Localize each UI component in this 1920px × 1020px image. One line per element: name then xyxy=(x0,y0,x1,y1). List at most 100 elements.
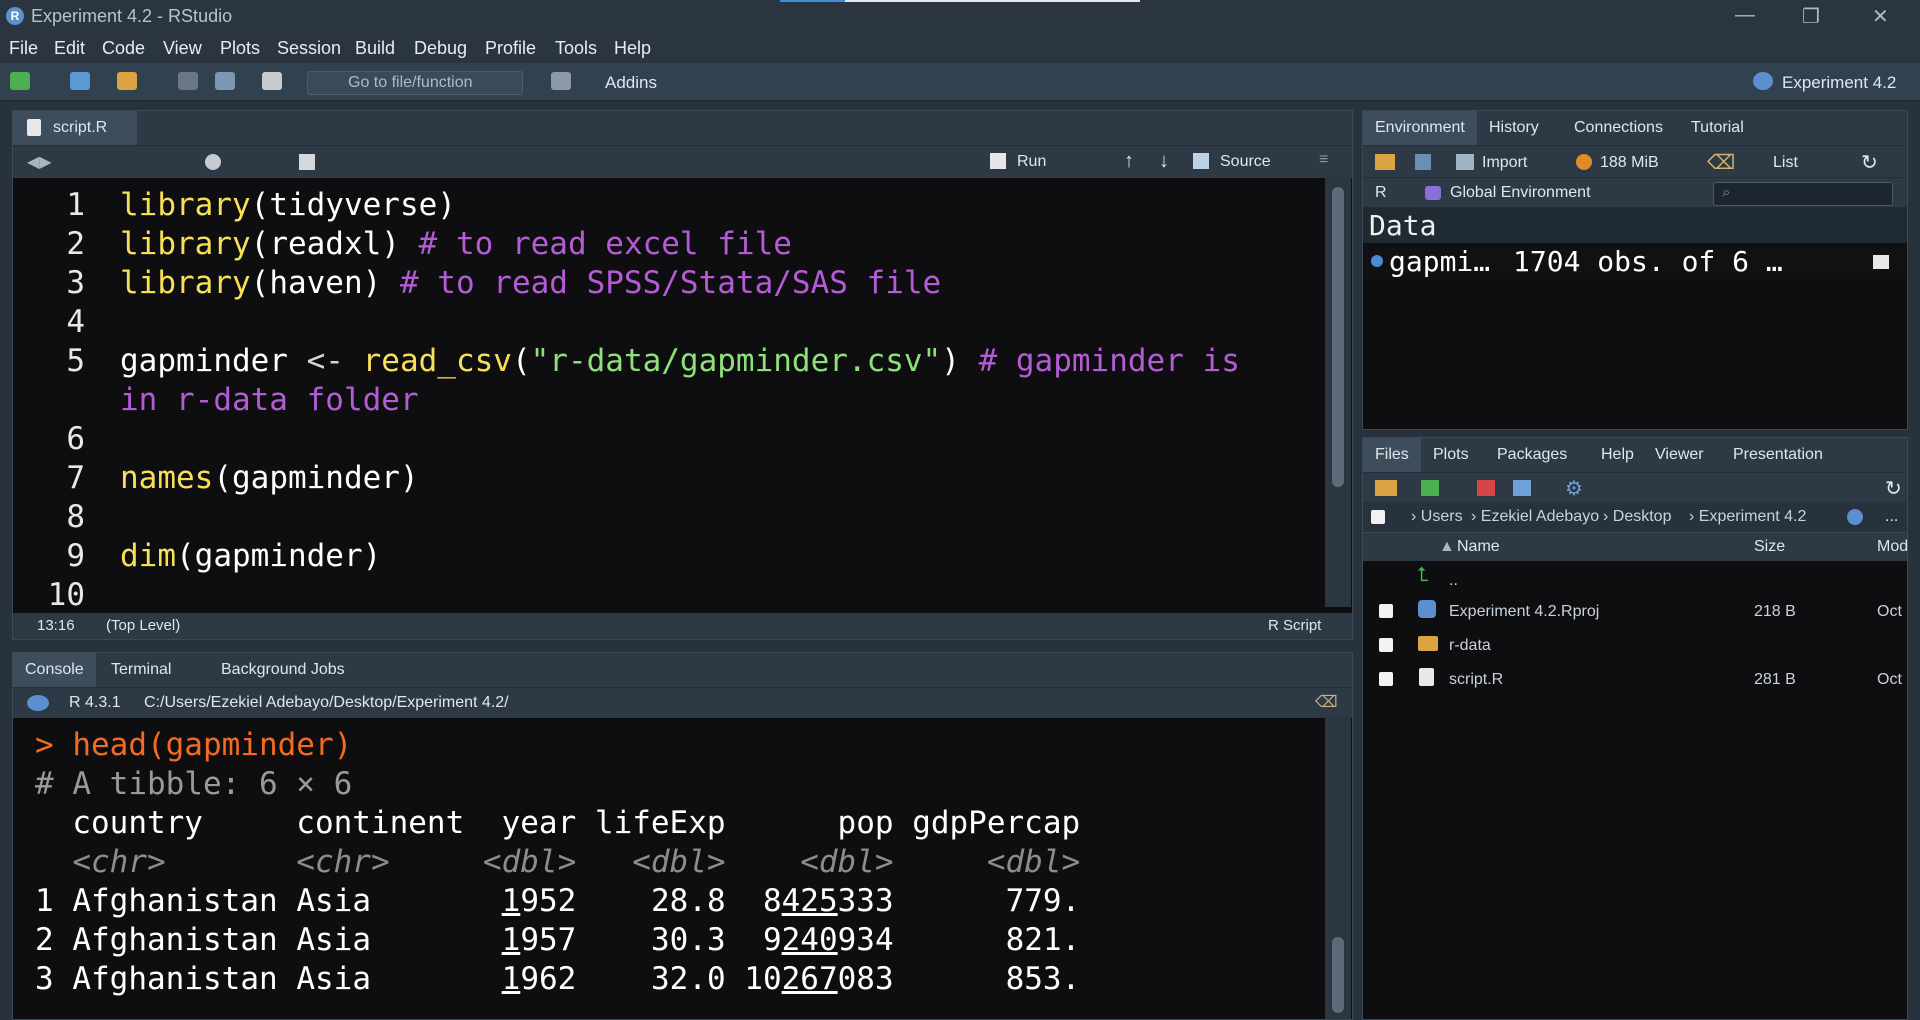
column-size[interactable]: Size xyxy=(1754,538,1785,556)
workspace-panes-icon[interactable] xyxy=(551,72,571,90)
tab-help[interactable]: Help xyxy=(1589,438,1646,472)
scope-selector[interactable]: (Top Level) xyxy=(106,617,180,634)
file-checkbox[interactable] xyxy=(1379,672,1393,686)
minimize-button[interactable]: — xyxy=(1735,4,1755,27)
file-checkbox[interactable] xyxy=(1379,604,1393,618)
column-name[interactable]: Name xyxy=(1457,538,1500,556)
tab-environment[interactable]: Environment xyxy=(1363,111,1477,145)
more-gear-icon[interactable]: ⚙ xyxy=(1565,476,1583,501)
tab-console[interactable]: Console xyxy=(13,653,96,687)
save-icon[interactable] xyxy=(178,72,198,90)
breadcrumb-user[interactable]: › Ezekiel Adebayo xyxy=(1471,508,1599,526)
menu-session[interactable]: Session xyxy=(277,38,341,59)
tab-terminal[interactable]: Terminal xyxy=(99,653,201,687)
tab-plots[interactable]: Plots xyxy=(1421,438,1481,472)
goto-file-input[interactable]: Go to file/function xyxy=(307,71,523,95)
close-button[interactable]: ✕ xyxy=(1872,4,1889,29)
load-workspace-icon[interactable] xyxy=(1375,154,1395,170)
arrow-down-icon[interactable]: ↓ xyxy=(1159,150,1169,173)
clear-console-icon[interactable]: ⌫ xyxy=(1315,692,1338,712)
tab-files[interactable]: Files xyxy=(1363,438,1421,472)
list-item[interactable]: Experiment 4.2.Rproj 218 B Oct xyxy=(1363,594,1907,628)
select-all-checkbox[interactable] xyxy=(1371,510,1385,524)
open-file-icon[interactable] xyxy=(117,72,137,90)
breadcrumb-project[interactable]: › Experiment 4.2 xyxy=(1689,508,1806,526)
menu-tools[interactable]: Tools xyxy=(555,38,597,59)
compile-report-icon[interactable] xyxy=(299,154,315,170)
parent-dir-link[interactable]: .. xyxy=(1449,572,1458,590)
project-menu[interactable]: Experiment 4.2 xyxy=(1782,73,1896,93)
menu-profile[interactable]: Profile xyxy=(485,38,536,59)
new-blank-file-icon[interactable] xyxy=(1421,480,1439,496)
tab-packages[interactable]: Packages xyxy=(1485,438,1579,472)
menu-view[interactable]: View xyxy=(163,38,202,59)
file-name[interactable]: Experiment 4.2.Rproj xyxy=(1449,603,1599,621)
find-icon[interactable] xyxy=(205,154,221,170)
code-area[interactable]: 1 2 3 4 5 6 7 8 9 10 library(tidyverse) … xyxy=(13,177,1323,607)
language-selector[interactable]: R xyxy=(1375,184,1387,202)
file-checkbox[interactable] xyxy=(1379,638,1393,652)
refresh-env-icon[interactable]: ↻ xyxy=(1861,150,1878,175)
console-scrollbar[interactable] xyxy=(1325,717,1351,1019)
run-button[interactable]: Run xyxy=(1017,153,1046,171)
menu-file[interactable]: File xyxy=(9,38,38,59)
clear-workspace-icon[interactable]: ⌫ xyxy=(1707,150,1735,175)
line-number: 10 xyxy=(47,577,85,607)
menu-build[interactable]: Build xyxy=(355,38,395,59)
file-type-selector[interactable]: R Script xyxy=(1268,617,1321,634)
menu-debug[interactable]: Debug xyxy=(414,38,467,59)
menu-code[interactable]: Code xyxy=(102,38,145,59)
tab-history[interactable]: History xyxy=(1477,111,1551,145)
file-name[interactable]: r-data xyxy=(1449,637,1491,655)
breadcrumb-desktop[interactable]: › Desktop xyxy=(1603,508,1671,526)
tab-viewer[interactable]: Viewer xyxy=(1643,438,1716,472)
new-file-icon[interactable] xyxy=(10,72,30,90)
menu-help[interactable]: Help xyxy=(614,38,651,59)
rename-file-icon[interactable] xyxy=(1513,480,1531,496)
environment-selector[interactable]: Global Environment xyxy=(1450,184,1591,202)
list-view-selector[interactable]: List xyxy=(1773,154,1798,172)
delete-file-icon[interactable] xyxy=(1477,480,1495,496)
editor-pane: script.R ◀▶ Run ↑ ↓ Source ≡ 1 2 3 4 5 6… xyxy=(12,110,1353,640)
tab-tutorial[interactable]: Tutorial xyxy=(1679,111,1756,145)
column-modified[interactable]: Mod xyxy=(1877,538,1908,556)
menu-plots[interactable]: Plots xyxy=(220,38,260,59)
table-row: 2 Afghanistan Asia 1957 30.3 9240934 821… xyxy=(35,922,1081,958)
env-search-input[interactable]: ⌕ xyxy=(1713,182,1893,206)
new-folder-icon[interactable] xyxy=(1375,480,1397,496)
addins-menu[interactable]: Addins xyxy=(605,73,657,93)
import-dataset-button[interactable]: Import xyxy=(1482,154,1527,172)
env-section-header: Data xyxy=(1363,207,1907,243)
env-variable-row[interactable]: gapmi… 1704 obs. of 6 … xyxy=(1363,243,1907,279)
expand-icon[interactable] xyxy=(1371,255,1383,267)
list-item[interactable]: ⮤ .. xyxy=(1363,560,1907,594)
arrow-up-icon[interactable]: ↑ xyxy=(1124,150,1134,173)
refresh-files-icon[interactable]: ↻ xyxy=(1885,476,1902,501)
console-output[interactable]: > head(gapminder) # A tibble: 6 × 6 coun… xyxy=(13,717,1323,1019)
working-directory[interactable]: C:/Users/Ezekiel Adebayo/Desktop/Experim… xyxy=(144,694,509,712)
more-path-button[interactable]: ... xyxy=(1885,508,1898,526)
editor-scroll-thumb[interactable] xyxy=(1332,187,1344,487)
list-item[interactable]: r-data xyxy=(1363,628,1907,662)
maximize-button[interactable]: ❐ xyxy=(1802,4,1820,29)
new-project-icon[interactable] xyxy=(70,72,90,90)
view-data-icon[interactable] xyxy=(1873,255,1889,269)
tab-connections[interactable]: Connections xyxy=(1562,111,1675,145)
breadcrumb-users[interactable]: › Users xyxy=(1411,508,1463,526)
console-scroll-thumb[interactable] xyxy=(1332,937,1344,1013)
editor-scrollbar[interactable] xyxy=(1325,177,1351,607)
list-item[interactable]: script.R 281 B Oct xyxy=(1363,662,1907,696)
source-button[interactable]: Source xyxy=(1220,153,1271,171)
save-all-icon[interactable] xyxy=(215,72,235,90)
outline-icon[interactable]: ≡ xyxy=(1319,151,1328,169)
save-workspace-icon[interactable] xyxy=(1415,154,1431,170)
table-types: <chr> <chr> <dbl> <dbl> <dbl> <dbl> xyxy=(35,844,1081,880)
project-dir-icon[interactable] xyxy=(1847,509,1863,525)
back-icon[interactable]: ◀▶ xyxy=(27,152,52,172)
tab-presentation[interactable]: Presentation xyxy=(1721,438,1835,472)
menu-edit[interactable]: Edit xyxy=(54,38,85,59)
print-icon[interactable] xyxy=(262,72,282,90)
memory-usage[interactable]: 188 MiB xyxy=(1600,154,1659,172)
file-name[interactable]: script.R xyxy=(1449,671,1503,689)
tab-background-jobs[interactable]: Background Jobs xyxy=(209,653,375,687)
